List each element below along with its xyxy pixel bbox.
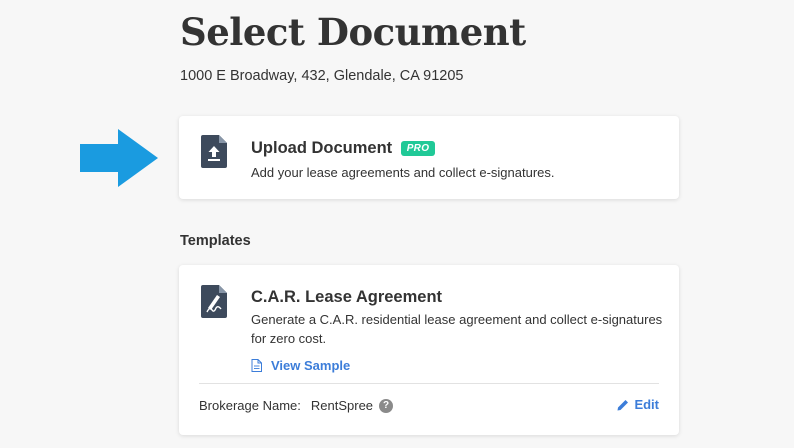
edit-label: Edit: [634, 397, 659, 412]
signature-document-icon: [201, 285, 227, 318]
card-divider: [199, 383, 659, 384]
help-icon[interactable]: ?: [379, 398, 394, 413]
template-description: Generate a C.A.R. residential lease agre…: [251, 312, 663, 346]
select-document-page: Select Document 1000 E Broadway, 432, Gl…: [0, 0, 794, 448]
upload-document-description: Add your lease agreements and collect e-…: [251, 165, 555, 180]
brokerage-value: RentSpree: [310, 398, 374, 413]
view-sample-link[interactable]: View Sample: [251, 358, 350, 373]
upload-document-icon: [201, 135, 227, 168]
brokerage-info: Brokerage Name: RentSpree ?: [199, 398, 394, 413]
upload-document-card[interactable]: Upload Document PRO Add your lease agree…: [179, 116, 679, 199]
page-title: Select Document: [180, 10, 526, 54]
templates-section-label: Templates: [180, 233, 251, 249]
file-icon: [251, 359, 262, 372]
template-title: C.A.R. Lease Agreement: [251, 288, 443, 306]
pro-badge: PRO: [401, 141, 435, 156]
upload-document-title: Upload Document: [251, 139, 393, 157]
edit-brokerage-button[interactable]: Edit: [617, 397, 659, 412]
car-lease-agreement-card[interactable]: C.A.R. Lease Agreement Generate a C.A.R.…: [179, 265, 679, 435]
pencil-icon: [617, 399, 629, 410]
brokerage-label: Brokerage Name:: [199, 398, 301, 413]
property-address: 1000 E Broadway, 432, Glendale, CA 91205: [180, 68, 464, 84]
pointer-arrow-icon: [80, 129, 158, 187]
view-sample-label: View Sample: [271, 358, 351, 373]
